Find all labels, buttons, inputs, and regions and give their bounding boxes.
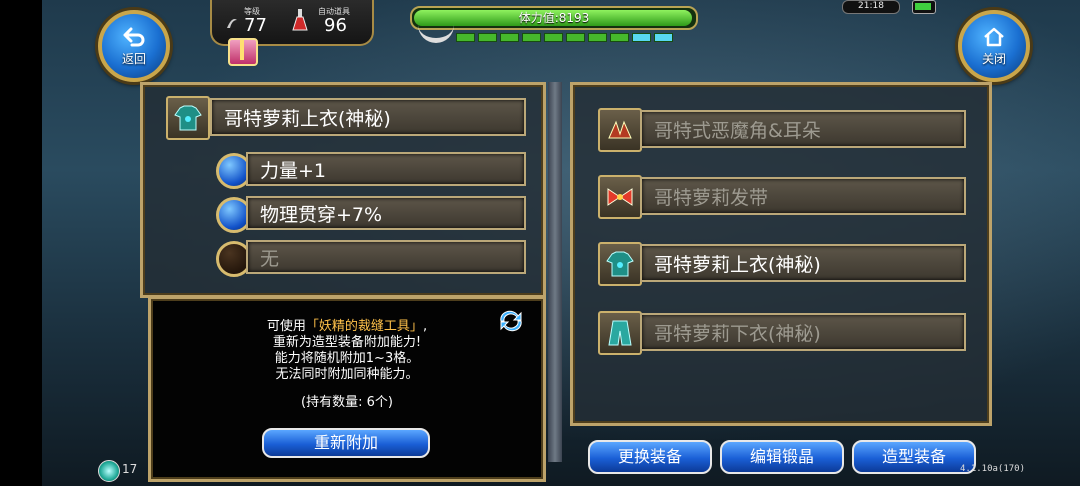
energy-segment (654, 33, 673, 42)
energy-segment (588, 33, 607, 42)
top-clothes-icon (166, 96, 210, 140)
style-equipment-button[interactable]: 造型装备 (852, 440, 976, 474)
info-line-4: 无法同时附加同种能力。 (275, 367, 419, 382)
energy-segments (456, 33, 673, 42)
energy-segment (610, 33, 629, 42)
equip-item-4[interactable]: 哥特萝莉下衣(神秘) (640, 313, 966, 351)
energy-segment (544, 33, 563, 42)
energy-segment (456, 33, 475, 42)
bottom-clothes-icon (598, 311, 642, 355)
top-clothes-icon (598, 242, 642, 286)
potion-icon (292, 9, 308, 31)
ability-slot-2[interactable]: 物理贯穿+7% (246, 196, 526, 230)
ribbon-icon (598, 175, 642, 219)
chat-icon[interactable] (98, 460, 120, 482)
close-label: 关闭 (981, 51, 1006, 66)
clock: 21:18 (842, 0, 900, 14)
close-button[interactable]: 关闭 (958, 10, 1030, 82)
refresh-icon[interactable] (497, 309, 525, 333)
equip-item-1[interactable]: 哥特式恶魔角&耳朵 (640, 110, 966, 148)
energy-segment (632, 33, 651, 42)
mini-number: 17 (122, 462, 138, 476)
potion-value: 96 (324, 15, 347, 36)
level-value: 77 (244, 15, 267, 36)
version-text: 4.1.10a(170) (960, 464, 1026, 474)
change-equipment-button[interactable]: 更换装备 (588, 440, 712, 474)
ability-slot-1[interactable]: 力量+1 (246, 152, 526, 186)
demon-horn-icon (598, 108, 642, 152)
gift-icon[interactable] (228, 38, 258, 66)
back-button[interactable]: 返回 (98, 10, 170, 82)
equip-item-2[interactable]: 哥特萝莉发带 (640, 177, 966, 215)
stamina-text: 体力值:8193 (518, 11, 590, 25)
level-icon (227, 19, 237, 28)
equip-item-3-selected[interactable]: 哥特萝莉上衣(神秘) (640, 244, 966, 282)
energy-segment (522, 33, 541, 42)
energy-segment (566, 33, 585, 42)
home-icon (984, 27, 1004, 46)
hold-count: (持有数量: 6个) (301, 395, 393, 410)
edit-crystal-button[interactable]: 编辑锻晶 (720, 440, 844, 474)
energy-segment (500, 33, 519, 42)
selected-item-name: 哥特萝莉上衣(神秘) (210, 98, 526, 136)
back-label: 返回 (121, 51, 146, 66)
reattach-button[interactable]: 重新附加 (262, 428, 430, 458)
ability-slot-3[interactable]: 无 (246, 240, 526, 274)
energy-segment (478, 33, 497, 42)
back-arrow-icon (123, 27, 145, 46)
panel-divider (548, 82, 562, 462)
screen-edge (0, 0, 42, 486)
battery-icon (912, 0, 936, 14)
